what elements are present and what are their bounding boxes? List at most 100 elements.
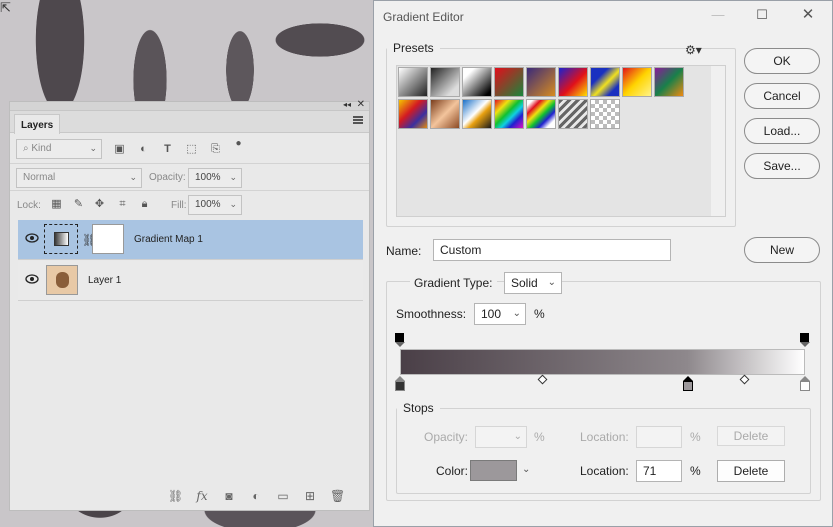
preset-swatch[interactable] <box>430 99 460 129</box>
layer-mask-thumbnail[interactable] <box>92 224 124 254</box>
layer-row-layer-1[interactable]: Layer 1 <box>18 261 363 301</box>
new-adjustment-icon[interactable]: ◐ <box>249 489 263 503</box>
lock-position-icon[interactable]: ✥ <box>93 198 106 211</box>
filter-smartobject-icon[interactable]: ⎘ <box>209 143 222 156</box>
layer-thumbnail-art <box>56 272 69 288</box>
lock-image-icon[interactable]: ✎ <box>72 198 85 211</box>
gradient-preview-bar[interactable] <box>400 349 805 375</box>
preset-swatch[interactable] <box>430 67 460 97</box>
tab-layers[interactable]: Layers <box>14 114 61 134</box>
layer-row-gradient-map[interactable]: ⛓ Gradient Map 1 <box>18 220 363 260</box>
color-delete-button[interactable]: Delete <box>717 460 785 482</box>
fill-field[interactable]: 100% ⌄ <box>188 195 242 215</box>
opacity-location-unit: % <box>690 430 701 444</box>
name-label: Name: <box>386 244 422 258</box>
opacity-location-field[interactable] <box>636 426 682 448</box>
smoothness-field[interactable]: 100 ⌄ <box>474 303 526 325</box>
panel-titlebar[interactable]: ◂◂ ✕ <box>10 99 369 111</box>
chevron-down-icon: ⌄ <box>89 143 97 153</box>
filter-kind-placeholder: Kind <box>31 143 52 154</box>
filter-pixel-icon[interactable]: ▣ <box>113 143 126 156</box>
cursor-move-icon: ⇱ <box>0 0 11 15</box>
layer-thumbnail[interactable] <box>46 265 78 295</box>
color-location-label: Location: <box>580 464 629 478</box>
opacity-stop-marker[interactable] <box>800 333 810 347</box>
preset-swatch[interactable] <box>558 67 588 97</box>
layer-name[interactable]: Layer 1 <box>88 275 121 286</box>
color-stop-marker[interactable] <box>395 376 406 392</box>
layers-panel: ◂◂ ✕ Layers ⌕ Kind ⌄ ▣ ◐ T ⬚ ⎘ ● Normal … <box>9 99 370 511</box>
trash-icon[interactable]: 🗑︎ <box>330 489 345 503</box>
filter-kind-select[interactable]: ⌕ Kind ⌄ <box>16 139 102 159</box>
stop-opacity-field[interactable]: ⌄ <box>475 426 527 448</box>
stop-opacity-unit: % <box>534 430 545 444</box>
color-stop-marker[interactable] <box>682 376 694 392</box>
layers-footer: ⛓ fx ◙ ◐ ▭ ⊞ 🗑︎ <box>10 484 369 510</box>
preset-swatch[interactable] <box>526 67 556 97</box>
load-button[interactable]: Load... <box>744 118 820 144</box>
fx-icon[interactable]: fx <box>195 489 209 503</box>
lock-transparent-icon[interactable]: ▦ <box>50 198 63 211</box>
close-panel-icon[interactable]: ✕ <box>357 99 365 110</box>
fill-value: 100% <box>195 199 221 210</box>
chevron-down-icon: ⌄ <box>512 308 521 319</box>
preset-swatch[interactable] <box>590 99 620 129</box>
chevron-down-icon[interactable]: ⌄ <box>522 464 530 475</box>
blend-mode-value: Normal <box>23 172 56 183</box>
add-mask-icon[interactable]: ◙ <box>222 489 236 503</box>
minimize-icon[interactable]: — <box>708 5 728 25</box>
preset-swatch[interactable] <box>462 99 492 129</box>
filter-type-icon[interactable]: T <box>161 143 174 156</box>
gradient-type-select[interactable]: Solid ⌄ <box>504 272 562 294</box>
link-layers-icon[interactable]: ⛓ <box>168 489 183 503</box>
chevron-down-icon: ⌄ <box>547 277 556 288</box>
lock-artboard-icon[interactable]: ⌗ <box>116 198 129 211</box>
close-icon[interactable]: ✕ <box>798 5 818 25</box>
filter-shape-icon[interactable]: ⬚ <box>185 143 198 156</box>
adjustment-thumbnail[interactable] <box>44 224 78 254</box>
opacity-field[interactable]: 100% ⌄ <box>188 168 242 188</box>
cancel-button[interactable]: Cancel <box>744 83 820 109</box>
panel-tab-row: Layers <box>10 111 369 134</box>
layer-name[interactable]: Gradient Map 1 <box>134 234 203 245</box>
presets-gear-icon[interactable]: ⚙▾ <box>685 43 702 57</box>
preset-swatch[interactable] <box>398 99 428 129</box>
smoothness-value: 100 <box>481 307 502 321</box>
presets-legend: Presets <box>393 41 434 55</box>
new-button[interactable]: New <box>744 237 820 263</box>
save-button[interactable]: Save... <box>744 153 820 179</box>
dialog-title: Gradient Editor <box>383 10 464 24</box>
color-location-field[interactable]: 71 <box>636 460 682 482</box>
opacity-stop-marker[interactable] <box>395 333 405 347</box>
visibility-eye-icon[interactable] <box>25 274 39 284</box>
preset-swatch[interactable] <box>622 67 652 97</box>
preset-swatch[interactable] <box>590 67 620 97</box>
lock-label: Lock: <box>17 200 41 211</box>
opacity-delete-button[interactable]: Delete <box>717 426 785 446</box>
name-field[interactable]: Custom <box>433 239 671 261</box>
collapse-panel-icon[interactable]: ◂◂ <box>343 100 351 109</box>
preset-swatch[interactable] <box>654 67 684 97</box>
preset-swatch[interactable] <box>398 67 428 97</box>
presets-scrollbar[interactable] <box>711 66 725 216</box>
ok-button[interactable]: OK <box>744 48 820 74</box>
panel-menu-icon[interactable] <box>353 116 363 124</box>
opacity-value: 100% <box>195 172 221 183</box>
visibility-eye-icon[interactable] <box>25 233 39 243</box>
preset-swatch[interactable] <box>494 99 524 129</box>
filter-adjustment-icon[interactable]: ◐ <box>137 143 150 156</box>
blend-mode-select[interactable]: Normal ⌄ <box>16 168 142 188</box>
preset-swatch[interactable] <box>494 67 524 97</box>
new-layer-icon[interactable]: ⊞ <box>303 489 317 503</box>
stop-color-label: Color: <box>436 464 469 478</box>
preset-swatch[interactable] <box>558 99 588 129</box>
new-group-icon[interactable]: ▭ <box>276 489 290 503</box>
stop-color-swatch[interactable] <box>470 460 517 481</box>
chevron-down-icon: ⌄ <box>129 172 137 182</box>
color-stop-marker[interactable] <box>800 376 811 392</box>
preset-swatch[interactable] <box>462 67 492 97</box>
preset-swatch[interactable] <box>526 99 556 129</box>
maximize-icon[interactable]: ☐ <box>752 5 772 25</box>
filter-toggle-icon[interactable]: ● <box>232 137 245 150</box>
lock-all-icon[interactable]: 🔒︎ <box>138 198 151 211</box>
